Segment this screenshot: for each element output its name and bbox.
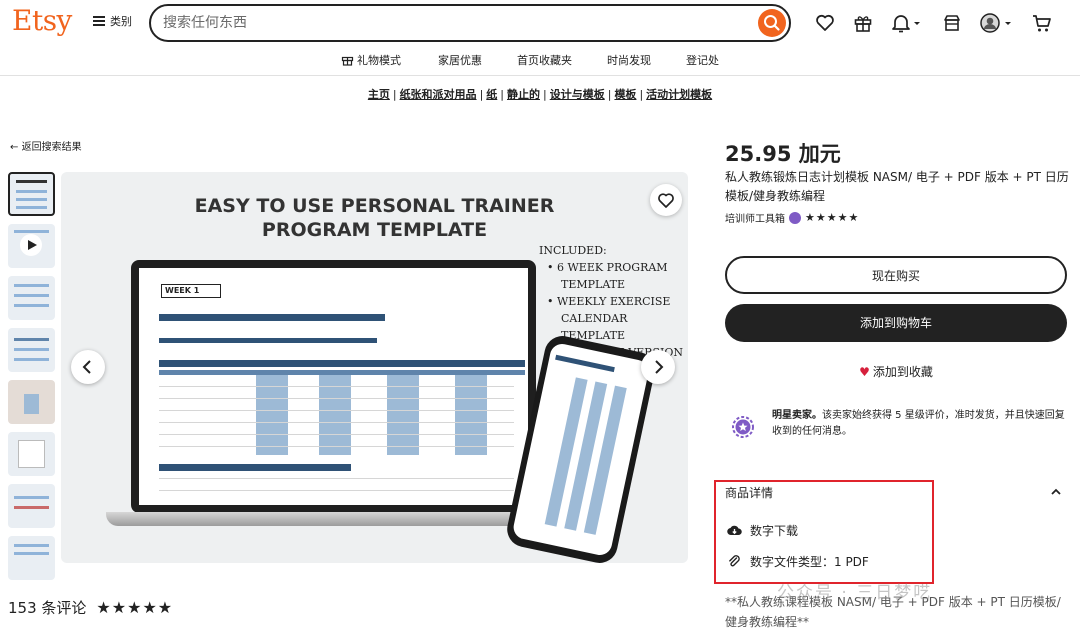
thumbnail-image[interactable]: [8, 328, 55, 372]
star-seller-badge-icon: [789, 211, 801, 224]
breadcrumb-link[interactable]: 纸: [486, 88, 497, 101]
breadcrumb-link[interactable]: 主页: [368, 88, 390, 101]
product-title: 私人教练锻炼日志计划模板 NASM/ 电子 + PDF 版本 + PT 日历模板…: [725, 170, 1069, 203]
cart-icon[interactable]: [1031, 12, 1053, 34]
header-divider: [0, 75, 1080, 76]
account-avatar-icon[interactable]: [979, 12, 1015, 34]
subnav-item-fashion[interactable]: 时尚发现: [607, 52, 651, 68]
spreadsheet-preview: WEEK 1: [139, 268, 528, 505]
included-item: TEMPLATE: [561, 278, 626, 291]
thumbnail-video[interactable]: [8, 224, 55, 268]
subnav-label: 礼物模式: [357, 54, 401, 67]
notifications-icon[interactable]: [890, 12, 924, 34]
search-button[interactable]: [758, 9, 786, 37]
etsy-logo[interactable]: Etsy: [12, 4, 72, 37]
heart-icon[interactable]: [814, 12, 836, 34]
image-title-line: PROGRAM TEMPLATE: [261, 219, 488, 241]
thumbnail-image[interactable]: [8, 276, 55, 320]
breadcrumb-link[interactable]: 模板: [614, 88, 636, 101]
product-main-image[interactable]: EASY TO USE PERSONAL TRAINER PROGRAM TEM…: [61, 172, 688, 563]
thumbnail-image[interactable]: [8, 536, 55, 580]
reviews-summary: 153 条评论 ★★★★★: [8, 597, 173, 618]
back-link-label: 返回搜索结果: [21, 142, 82, 153]
sheet-week-label: WEEK 1: [161, 284, 221, 298]
thumbnail-strip: [8, 172, 56, 588]
review-count[interactable]: 153 条评论: [8, 597, 86, 618]
detail-file-type: 数字文件类型：1 PDF: [727, 553, 869, 570]
chevron-left-icon: [82, 360, 91, 374]
included-heading: INCLUDED:: [539, 244, 607, 257]
add-to-favorites-label: 添加到收藏: [872, 365, 933, 379]
detail-text: 数字下载: [750, 524, 799, 538]
play-icon: [20, 234, 42, 256]
breadcrumb-link[interactable]: 活动计划模板: [646, 88, 712, 101]
search-icon: [764, 15, 780, 31]
rating-stars: ★★★★★: [96, 598, 174, 617]
shop-name[interactable]: 培训师工具箱: [725, 210, 785, 225]
thumbnail-image[interactable]: [8, 172, 55, 216]
image-title-line: EASY TO USE PERSONAL TRAINER: [194, 195, 555, 217]
shop-rating-stars: ★★★★★: [805, 211, 860, 224]
star-seller-title: 明星卖家。: [772, 410, 822, 421]
laptop-mockup: WEEK 1: [131, 260, 536, 513]
subnav-item-home-deals[interactable]: 家居优惠: [438, 52, 482, 68]
heart-filled-icon: ♥: [859, 365, 870, 379]
favorite-image-button[interactable]: [650, 184, 682, 216]
previous-image-button[interactable]: [71, 350, 105, 384]
subnav-item-home-favorites[interactable]: 首页收藏夹: [517, 52, 572, 68]
detail-digital-download: 数字下载: [727, 522, 798, 539]
chevron-up-icon[interactable]: [1050, 486, 1062, 498]
thumbnail-image[interactable]: [8, 380, 55, 424]
star-seller-icon: [732, 416, 754, 438]
star-seller-text: 明星卖家。该卖家始终获得 5 星级评价，准时发货，并且快速回复收到的任何消息。: [772, 408, 1067, 440]
breadcrumb-link[interactable]: 静止的: [507, 88, 540, 101]
menu-icon: [93, 16, 105, 26]
item-details-heading[interactable]: 商品详情: [725, 484, 773, 501]
add-to-favorites-button[interactable]: ♥ 添加到收藏: [725, 363, 1067, 380]
search-bar: [149, 4, 791, 42]
buy-now-button[interactable]: 现在购买: [725, 256, 1067, 294]
breadcrumb-link[interactable]: 纸张和派对用品: [400, 88, 477, 101]
subnav-item-registry[interactable]: 登记处: [686, 52, 719, 68]
gift-icon: [341, 56, 354, 66]
watermark-text: 公众号 · 三日梦呓: [777, 583, 933, 603]
thumbnail-image[interactable]: [8, 484, 55, 528]
breadcrumb-link[interactable]: 设计与模板: [550, 88, 605, 101]
included-item: WEEKLY EXERCISE: [547, 293, 688, 310]
laptop-base: [106, 512, 561, 526]
thumbnail-image[interactable]: [8, 432, 55, 476]
categories-button[interactable]: 类别: [93, 13, 132, 29]
included-item: 6 WEEK PROGRAM: [547, 259, 688, 276]
paperclip-icon: [729, 555, 740, 567]
back-to-results-link[interactable]: ← 返回搜索结果: [10, 138, 82, 153]
detail-text: 数字文件类型：1 PDF: [750, 555, 869, 569]
shop-info: 培训师工具箱 ★★★★★: [725, 210, 859, 225]
arrow-left-icon: ←: [10, 142, 19, 153]
sub-navigation: 礼物模式 家居优惠 首页收藏夹 时尚发现 登记处: [0, 48, 1080, 72]
categories-label: 类别: [110, 15, 132, 28]
shop-icon[interactable]: [941, 12, 963, 34]
gift-icon[interactable]: [852, 12, 874, 34]
breadcrumb: 主页 | 纸张和派对用品 | 纸 | 静止的 | 设计与模板 | 模板 | 活动计划模板: [367, 88, 713, 101]
next-image-button[interactable]: [641, 350, 675, 384]
heart-icon: [658, 193, 674, 208]
subnav-item-gift-mode[interactable]: 礼物模式: [341, 52, 401, 68]
cloud-download-icon: [727, 525, 742, 536]
top-header: Etsy 类别: [0, 0, 1080, 46]
image-title: EASY TO USE PERSONAL TRAINER PROGRAM TEM…: [61, 194, 688, 242]
add-to-cart-button[interactable]: 添加到购物车: [725, 304, 1067, 342]
chevron-right-icon: [655, 360, 664, 374]
product-price: 25.95 加元: [725, 142, 841, 166]
search-input[interactable]: [163, 13, 753, 33]
